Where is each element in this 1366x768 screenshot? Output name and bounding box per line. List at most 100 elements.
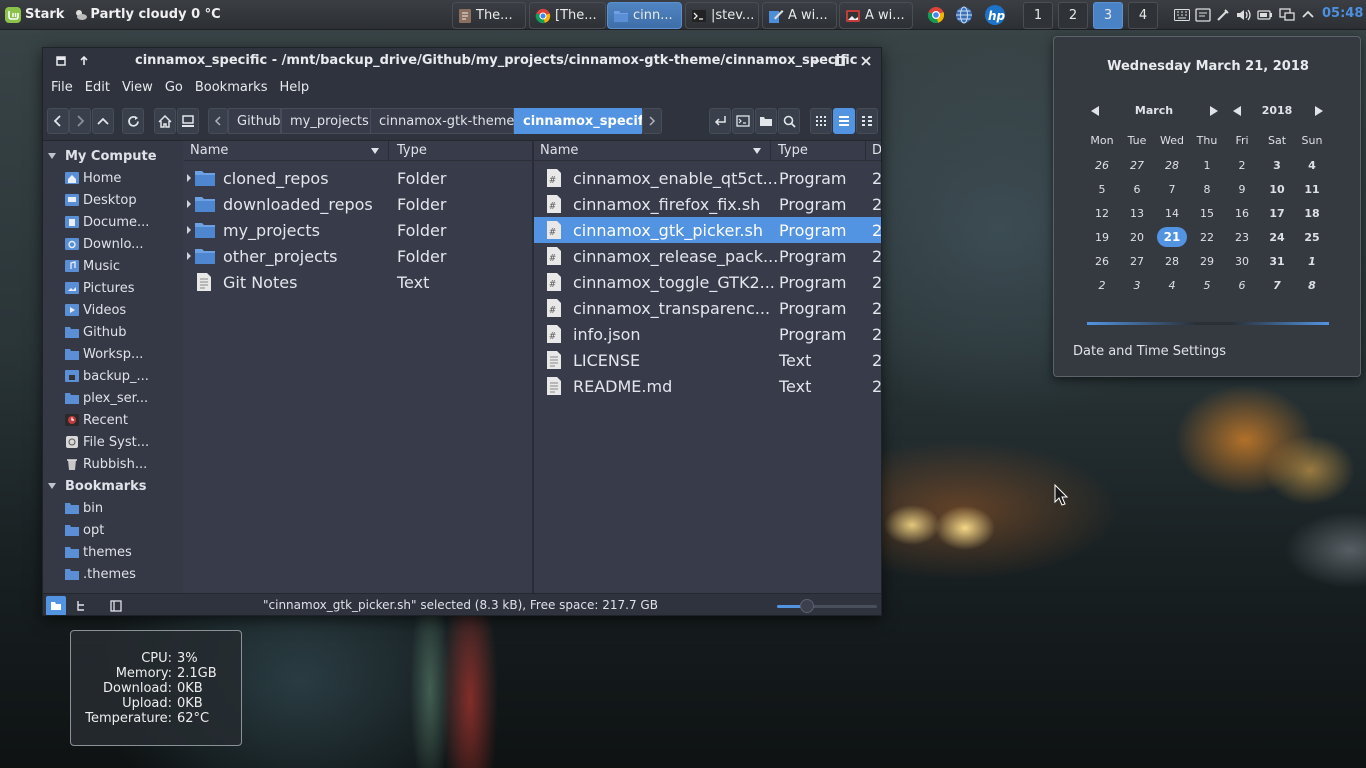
calendar-day[interactable]: 28 — [1157, 251, 1187, 271]
file-row[interactable]: # cinnamox_firefox_fix.sh Program 2 — [534, 191, 881, 217]
column-type-header[interactable]: Type — [778, 143, 808, 158]
sidebar-item--themes[interactable]: .themes — [43, 563, 183, 585]
home-button[interactable] — [154, 108, 176, 134]
column-name-header[interactable]: Name — [540, 143, 578, 158]
sidebar-item-opt[interactable]: opt — [43, 519, 183, 541]
calendar-day[interactable]: 7 — [1157, 179, 1187, 199]
sidebar-item-home[interactable]: Home — [43, 167, 183, 189]
back-button[interactable] — [47, 108, 69, 134]
calendar-day[interactable]: 31 — [1262, 251, 1292, 271]
calendar-day[interactable]: 1 — [1192, 155, 1222, 175]
folder-row[interactable]: my_projects Folder — [184, 217, 532, 243]
sidebar-item-file-syst[interactable]: File Syst... — [43, 431, 183, 453]
sidebar-item-recent[interactable]: Recent — [43, 409, 183, 431]
calendar-day[interactable]: 27 — [1122, 155, 1152, 175]
battery-icon[interactable] — [1256, 6, 1274, 24]
sidebar-item-worksp[interactable]: Worksp... — [43, 343, 183, 365]
sidebar-item-backup[interactable]: backup_... — [43, 365, 183, 387]
calendar-day[interactable]: 20 — [1122, 227, 1152, 247]
folder-row[interactable]: other_projects Folder — [184, 243, 532, 269]
show-places-button[interactable] — [46, 596, 66, 615]
file-row[interactable]: # info.json Program 2 — [534, 321, 881, 347]
file-row[interactable]: # cinnamox_enable_qt5ct... Program 2 — [534, 165, 881, 191]
workspace-1-button[interactable]: 1 — [1023, 2, 1053, 29]
calendar-day[interactable]: 30 — [1227, 251, 1257, 271]
chrome-icon[interactable] — [927, 6, 945, 24]
calendar-day[interactable]: 4 — [1157, 275, 1187, 295]
menu-go[interactable]: Go — [159, 80, 189, 95]
calendar-day[interactable]: 15 — [1192, 203, 1222, 223]
prev-year-icon[interactable] — [1232, 105, 1242, 117]
file-row[interactable]: # cinnamox_gtk_picker.sh Program 2 — [534, 217, 881, 243]
zoom-slider-handle[interactable] — [800, 599, 814, 613]
icon-view-button[interactable] — [810, 108, 832, 134]
calendar-day[interactable]: 10 — [1262, 179, 1292, 199]
prev-month-icon[interactable] — [1090, 105, 1100, 117]
breadcrumb-my-projects[interactable]: my_projects — [281, 108, 371, 134]
show-tree-button[interactable] — [72, 596, 92, 615]
minimize-icon[interactable] — [807, 53, 823, 69]
calendar-day[interactable]: 8 — [1297, 275, 1327, 295]
open-terminal-button[interactable] — [732, 108, 754, 134]
window-menu-icon[interactable] — [53, 53, 69, 69]
calendar-day[interactable]: 2 — [1087, 275, 1117, 295]
search-button[interactable] — [778, 108, 800, 134]
forward-button[interactable] — [69, 108, 91, 134]
menu-file[interactable]: File — [45, 80, 79, 95]
calendar-day[interactable]: 3 — [1262, 155, 1292, 175]
breadcrumb-scroll-left[interactable] — [208, 108, 228, 134]
sidebar-item-desktop[interactable]: Desktop — [43, 189, 183, 211]
taskbar-window-button[interactable]: A wi... — [762, 2, 837, 29]
computer-button[interactable] — [177, 108, 199, 134]
file-row[interactable]: # cinnamox_transparenc... Program 2 — [534, 295, 881, 321]
calendar-day[interactable]: 4 — [1297, 155, 1327, 175]
list-view-button[interactable] — [833, 108, 855, 134]
keyboard-indicator-icon[interactable] — [1173, 6, 1191, 24]
sidebar-item-bin[interactable]: bin — [43, 497, 183, 519]
calendar-day[interactable]: 23 — [1227, 227, 1257, 247]
sidebar-item-rubbish[interactable]: Rubbish... — [43, 453, 183, 475]
calendar-day[interactable]: 6 — [1227, 275, 1257, 295]
file-row[interactable]: # cinnamox_toggle_GTK2... Program 2 — [534, 269, 881, 295]
compact-view-button[interactable] — [856, 108, 878, 134]
taskbar-window-button[interactable]: |stev... — [685, 2, 759, 29]
close-icon[interactable] — [858, 53, 874, 69]
workspace-2-button[interactable]: 2 — [1058, 2, 1088, 29]
next-year-icon[interactable] — [1314, 105, 1324, 117]
taskbar-window-button[interactable]: [The... — [529, 2, 606, 29]
sidebar-item-music[interactable]: Music — [43, 255, 183, 277]
sidebar-item-docume[interactable]: Docume... — [43, 211, 183, 233]
file-row[interactable]: # cinnamox_release_pack... Program 2 — [534, 243, 881, 269]
menu-help[interactable]: Help — [273, 80, 315, 95]
next-month-icon[interactable] — [1209, 105, 1219, 117]
sidebar-item-videos[interactable]: Videos — [43, 299, 183, 321]
zoom-slider[interactable] — [777, 599, 877, 613]
calendar-day[interactable]: 9 — [1227, 179, 1257, 199]
new-folder-button[interactable] — [755, 108, 777, 134]
workspace-4-button[interactable]: 4 — [1128, 2, 1158, 29]
menu-view[interactable]: View — [116, 80, 159, 95]
clipboard-icon[interactable] — [1194, 6, 1212, 24]
breadcrumb-github[interactable]: Github — [228, 108, 281, 134]
clock[interactable]: 05:48 — [1322, 6, 1363, 21]
file-row[interactable]: LICENSE Text 2 — [534, 347, 881, 373]
calendar-day[interactable]: 13 — [1122, 203, 1152, 223]
breadcrumb-cinnamox-specific[interactable]: cinnamox_specific — [514, 108, 655, 134]
calendar-day[interactable]: 14 — [1157, 203, 1187, 223]
calendar-day[interactable]: 7 — [1262, 275, 1292, 295]
calendar-day[interactable]: 1 — [1297, 251, 1327, 271]
pin-icon[interactable] — [76, 53, 92, 69]
calendar-day-today[interactable]: 21 — [1157, 227, 1187, 247]
chevron-up-icon[interactable] — [1299, 6, 1317, 24]
calendar-day[interactable]: 19 — [1087, 227, 1117, 247]
reload-button[interactable] — [122, 108, 144, 134]
calendar-day[interactable]: 8 — [1192, 179, 1222, 199]
menu-bookmarks[interactable]: Bookmarks — [189, 80, 274, 95]
column-date-header[interactable]: D — [872, 143, 881, 158]
file-row[interactable]: README.md Text 2 — [534, 373, 881, 399]
column-type-header[interactable]: Type — [397, 143, 427, 158]
up-button[interactable] — [92, 108, 114, 134]
calendar-day[interactable]: 25 — [1297, 227, 1327, 247]
calendar-day[interactable]: 24 — [1262, 227, 1292, 247]
calendar-day[interactable]: 29 — [1192, 251, 1222, 271]
